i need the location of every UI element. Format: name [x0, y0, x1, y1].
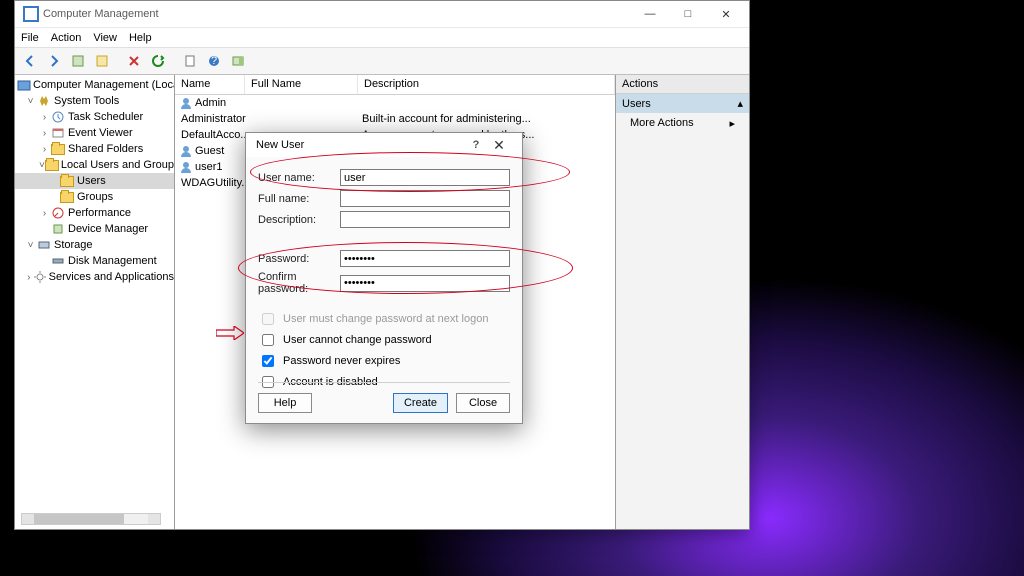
up-button[interactable]	[67, 50, 89, 72]
chevron-right-icon: ▸	[729, 117, 735, 130]
app-icon	[23, 6, 39, 22]
dialog-titlebar[interactable]: New User ? ✕	[246, 133, 522, 157]
list-row[interactable]: Admin	[175, 95, 615, 111]
user-icon	[179, 160, 193, 174]
tree-services-apps[interactable]: ›Services and Applications	[15, 269, 174, 285]
confirm-password-label: Confirm password:	[258, 271, 340, 295]
col-name[interactable]: Name	[175, 75, 245, 94]
user-icon	[179, 144, 193, 158]
col-description[interactable]: Description	[358, 75, 615, 94]
list-row[interactable]: AdministratorBuilt-in account for admini…	[175, 111, 615, 127]
username-input[interactable]	[340, 169, 510, 186]
list-header[interactable]: Name Full Name Description	[175, 75, 615, 95]
dialog-title: New User	[256, 139, 466, 151]
col-fullname[interactable]: Full Name	[245, 75, 358, 94]
chk-never-expires[interactable]: Password never expires	[258, 352, 510, 370]
back-button[interactable]	[19, 50, 41, 72]
titlebar[interactable]: Computer Management — □ ✕	[15, 1, 749, 27]
close-button-dialog[interactable]: Close	[456, 393, 510, 413]
export-button[interactable]	[179, 50, 201, 72]
tree-event-viewer[interactable]: ›Event Viewer	[15, 125, 174, 141]
menubar: File Action View Help	[15, 27, 749, 47]
svg-text:?: ?	[211, 55, 217, 67]
chk-cannot-change[interactable]: User cannot change password	[258, 331, 510, 349]
password-label: Password:	[258, 253, 340, 265]
tree-device-manager[interactable]: Device Manager	[15, 221, 174, 237]
forward-button[interactable]	[43, 50, 65, 72]
actions-more[interactable]: More Actions▸	[616, 113, 749, 134]
menu-action[interactable]: Action	[51, 32, 82, 44]
maximize-button[interactable]: □	[669, 1, 707, 27]
refresh-button[interactable]	[147, 50, 169, 72]
tree-root[interactable]: Computer Management (Local	[15, 77, 174, 93]
description-label: Description:	[258, 214, 340, 226]
panel-button[interactable]	[227, 50, 249, 72]
chk-must-change: User must change password at next logon	[258, 310, 510, 328]
description-input[interactable]	[340, 211, 510, 228]
actions-pane: Actions Users▴ More Actions▸	[616, 75, 749, 529]
actions-group-users[interactable]: Users▴	[616, 94, 749, 113]
menu-view[interactable]: View	[93, 32, 117, 44]
close-button[interactable]: ✕	[707, 1, 745, 27]
tree-shared-folders[interactable]: ›Shared Folders	[15, 141, 174, 157]
user-icon	[179, 96, 193, 110]
username-label: User name:	[258, 172, 340, 184]
minimize-button[interactable]: —	[631, 1, 669, 27]
toolbar: ?	[15, 47, 749, 75]
help-button[interactable]: ?	[203, 50, 225, 72]
new-user-dialog: New User ? ✕ User name: Full name: Descr…	[245, 132, 523, 424]
password-input[interactable]	[340, 250, 510, 267]
fullname-input[interactable]	[340, 190, 510, 207]
tree-groups[interactable]: Groups	[15, 189, 174, 205]
collapse-icon: ▴	[737, 97, 743, 110]
tree-system-tools[interactable]: ˅System Tools	[15, 93, 174, 109]
tree-performance[interactable]: ›Performance	[15, 205, 174, 221]
delete-button[interactable]	[123, 50, 145, 72]
tree-storage[interactable]: ˅Storage	[15, 237, 174, 253]
tree-disk-management[interactable]: Disk Management	[15, 253, 174, 269]
menu-file[interactable]: File	[21, 32, 39, 44]
properties-button[interactable]	[91, 50, 113, 72]
tree-horizontal-scrollbar[interactable]	[21, 513, 161, 525]
tree-task-scheduler[interactable]: ›Task Scheduler	[15, 109, 174, 125]
actions-header: Actions	[616, 75, 749, 94]
menu-help[interactable]: Help	[129, 32, 152, 44]
create-button[interactable]: Create	[393, 393, 448, 413]
nav-tree[interactable]: Computer Management (Local ˅System Tools…	[15, 75, 175, 529]
dialog-help-button[interactable]: ?	[466, 139, 486, 151]
tree-users[interactable]: Users	[15, 173, 174, 189]
fullname-label: Full name:	[258, 193, 340, 205]
tree-local-users-groups[interactable]: ˅Local Users and Groups	[15, 157, 174, 173]
dialog-close-button[interactable]: ✕	[486, 137, 512, 154]
window-title: Computer Management	[43, 8, 631, 20]
help-button[interactable]: Help	[258, 393, 312, 413]
confirm-password-input[interactable]	[340, 275, 510, 292]
